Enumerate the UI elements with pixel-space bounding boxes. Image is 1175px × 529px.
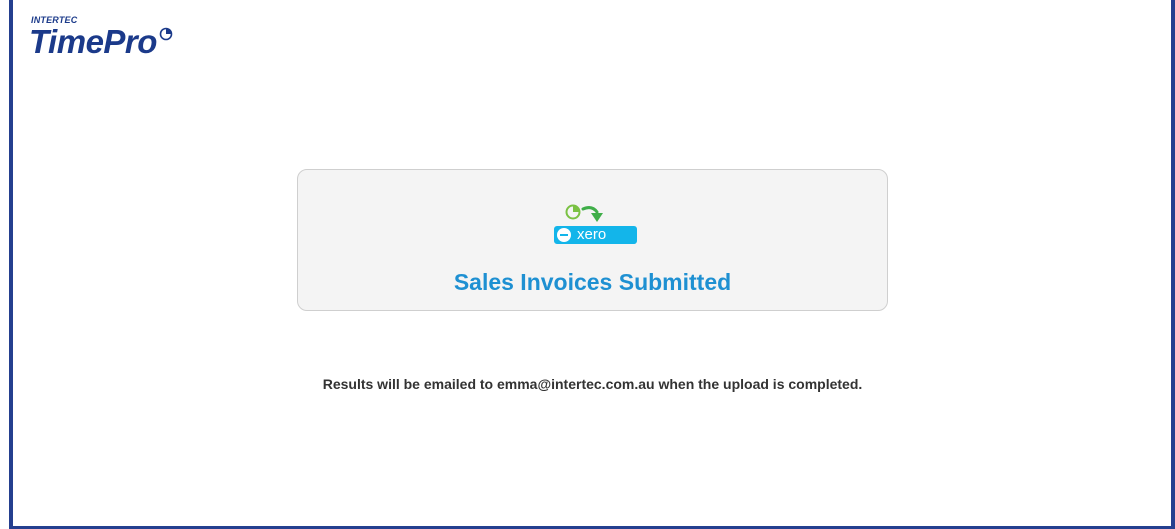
- status-title: Sales Invoices Submitted: [453, 269, 732, 295]
- status-card: xero Sales Invoices Submitted: [297, 169, 888, 311]
- timepro-clock-icon: [565, 204, 581, 220]
- left-border: [0, 0, 14, 529]
- xero-mark-icon: [557, 228, 571, 242]
- timepro-logo: INTERTEC TimePro: [29, 16, 173, 59]
- xero-label: xero: [577, 226, 607, 243]
- clock-icon: [159, 27, 173, 46]
- logo-brand-main: TimePro: [29, 23, 157, 60]
- page-frame: INTERTEC TimePro xero Sales Invoices Sub…: [0, 0, 1175, 529]
- arrow-icon: [581, 206, 603, 222]
- right-border: [1171, 0, 1175, 529]
- status-message: Results will be emailed to emma@intertec…: [322, 376, 863, 392]
- xero-logo: xero: [554, 226, 637, 244]
